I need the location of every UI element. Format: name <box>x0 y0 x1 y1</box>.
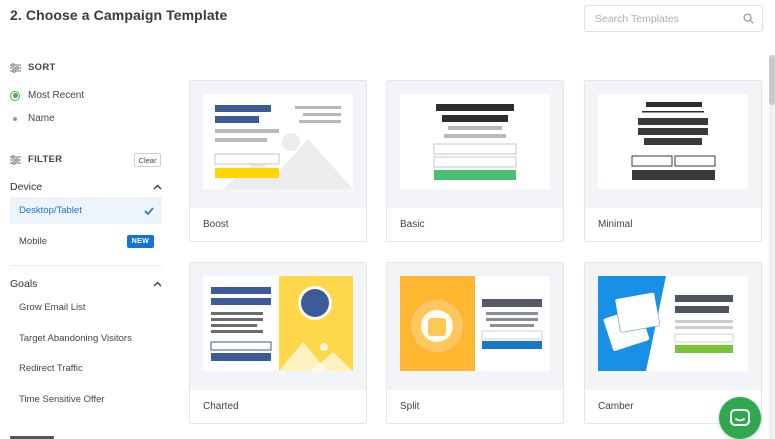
template-preview[interactable] <box>190 263 366 390</box>
template-preview[interactable] <box>585 263 761 390</box>
sort-heading: SORT <box>10 62 56 73</box>
checkmark-icon <box>144 206 154 215</box>
sort-label: SORT <box>28 62 56 73</box>
goal-item-target-abandoning-visitors[interactable]: Target Abandoning Visitors <box>10 325 162 352</box>
filter-label: FILTER <box>28 154 63 165</box>
goals-group-toggle[interactable]: Goals <box>10 278 162 290</box>
template-card-boost[interactable]: Boost <box>189 80 367 242</box>
goal-item-label: Redirect Traffic <box>19 363 83 374</box>
scrollbar[interactable] <box>769 55 775 439</box>
charted-thumbnail <box>203 276 353 371</box>
template-name: Boost <box>203 219 229 230</box>
goals-group-label: Goals <box>10 278 38 290</box>
template-name: Split <box>400 401 420 412</box>
search-box[interactable] <box>584 5 763 32</box>
chevron-up-icon[interactable] <box>153 281 162 287</box>
template-card-basic[interactable]: Basic <box>386 80 564 242</box>
scrollbar-thumb[interactable] <box>769 55 775 105</box>
template-name: Camber <box>598 401 634 412</box>
template-card-minimal[interactable]: Minimal <box>584 80 762 242</box>
split-thumbnail <box>400 276 550 371</box>
device-item-label: Desktop/Tablet <box>19 205 82 216</box>
template-preview[interactable] <box>190 81 366 208</box>
search-input[interactable] <box>585 6 735 31</box>
chevron-up-icon[interactable] <box>153 184 162 190</box>
minimal-thumbnail <box>598 94 748 189</box>
next-group-heading-clipped <box>10 430 60 439</box>
device-group-label: Device <box>10 181 43 193</box>
chat-icon[interactable] <box>729 408 751 428</box>
template-preview[interactable] <box>387 81 563 208</box>
goal-item-redirect-traffic[interactable]: Redirect Traffic <box>10 355 162 382</box>
sidebar-divider <box>10 265 162 266</box>
camber-thumbnail <box>598 276 748 371</box>
sort-sliders-icon <box>10 62 21 73</box>
search-icon[interactable] <box>743 13 754 24</box>
filter-sliders-icon <box>10 154 21 165</box>
basic-thumbnail <box>400 94 550 189</box>
new-badge: NEW <box>126 235 154 248</box>
filter-heading: FILTER <box>10 154 62 165</box>
chat-launcher-button[interactable] <box>719 397 761 439</box>
sort-option-most-recent[interactable]: Most Recent <box>10 90 84 101</box>
boost-thumbnail <box>203 94 353 189</box>
template-card-split[interactable]: Split <box>386 262 564 424</box>
goal-item-grow-email-list[interactable]: Grow Email List <box>10 294 162 321</box>
template-name: Basic <box>400 219 425 230</box>
sort-option-label: Name <box>28 113 55 124</box>
device-item-desktop-tablet[interactable]: Desktop/Tablet <box>10 197 162 224</box>
template-card-charted[interactable]: Charted <box>189 262 367 424</box>
template-name: Charted <box>203 401 239 412</box>
sort-option-name[interactable]: Name <box>10 113 55 124</box>
goal-item-label: Grow Email List <box>19 302 86 313</box>
template-name: Minimal <box>598 219 633 230</box>
radio-unselected-icon[interactable] <box>10 114 20 124</box>
goal-item-time-sensitive-offer[interactable]: Time Sensitive Offer <box>10 386 162 413</box>
clear-filter-button[interactable]: Clear <box>134 153 161 167</box>
page-title: 2. Choose a Campaign Template <box>10 7 228 23</box>
sort-option-label: Most Recent <box>28 90 85 101</box>
goal-item-label: Time Sensitive Offer <box>19 394 105 405</box>
template-preview[interactable] <box>387 263 563 390</box>
template-preview[interactable] <box>585 81 761 208</box>
device-item-mobile[interactable]: Mobile NEW <box>10 228 162 255</box>
device-item-label: Mobile <box>19 236 47 247</box>
radio-selected-icon[interactable] <box>10 90 20 101</box>
device-group-toggle[interactable]: Device <box>10 181 162 193</box>
goal-item-label: Target Abandoning Visitors <box>19 333 132 344</box>
